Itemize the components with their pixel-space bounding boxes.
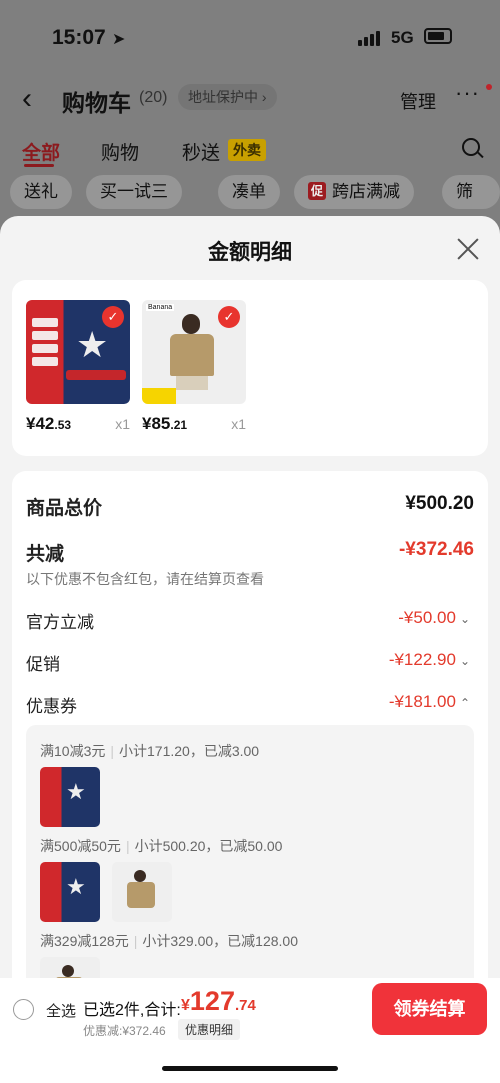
- promo-value: -¥122.90: [388, 650, 456, 669]
- search-icon[interactable]: [462, 138, 480, 156]
- close-icon[interactable]: [456, 237, 480, 261]
- discount-detail-button[interactable]: 优惠明细: [178, 1019, 241, 1040]
- coupon-value: -¥181.00: [388, 692, 456, 711]
- checkout-button[interactable]: 领券结算: [372, 983, 487, 1035]
- amount-detail-sheet: 金额明细 ★ ✓ ¥42.53 x1 Banana ✓ ¥85.21 x1 商品…: [0, 216, 500, 1083]
- page-title: 购物车: [62, 90, 131, 116]
- status-time: 15:07: [52, 26, 106, 49]
- checked-icon: ✓: [102, 306, 124, 328]
- coupon-detail: 小计500.20，已减50.00: [134, 838, 283, 854]
- promo-tag: 促: [308, 182, 327, 200]
- sheet-title: 金额明细: [208, 241, 292, 264]
- coupon-detail: 小计329.00，已减128.00: [142, 933, 298, 949]
- manage-button[interactable]: 管理: [400, 88, 436, 114]
- filter-chips: 送礼 买一试三 凑单 促跨店满减 筛选: [0, 175, 500, 235]
- promo-row[interactable]: -¥122.90 ⌄: [389, 650, 470, 670]
- coupon-detail: 小计171.20，已减3.00: [119, 743, 260, 759]
- total-currency: ¥: [181, 997, 190, 1014]
- coupon-product-thumb: [40, 767, 100, 827]
- chip-filter[interactable]: 筛选: [442, 175, 500, 235]
- chip-cross-store[interactable]: 促跨店满减: [294, 175, 415, 209]
- selected-count: 已选2件,合计:: [83, 1002, 181, 1019]
- product-image-backpack: ★ ✓: [26, 300, 130, 404]
- tab-active-underline: [24, 164, 54, 167]
- chip-bundle[interactable]: 凑单: [218, 175, 280, 209]
- official-discount-row[interactable]: -¥50.00 ⌄: [398, 608, 470, 628]
- product-image-shirt: Banana ✓: [142, 300, 246, 404]
- select-all-label[interactable]: 全选: [46, 1000, 76, 1021]
- chip-cross-store-label: 跨店满减: [332, 182, 401, 201]
- product-price-decimal: .53: [54, 418, 72, 432]
- products-card: ★ ✓ ¥42.53 x1 Banana ✓ ¥85.21 x1: [12, 280, 488, 456]
- total-price: ¥127.74: [181, 986, 256, 1017]
- more-icon[interactable]: ···: [455, 80, 480, 106]
- promo-label: 促销: [26, 655, 60, 674]
- battery-icon: [424, 28, 452, 44]
- product-price-main: ¥42: [26, 414, 55, 433]
- discount-summary: 优惠减:¥372.46: [83, 1024, 166, 1038]
- coupon-product-thumb: [112, 862, 172, 922]
- discount-value: -¥372.46: [398, 539, 474, 560]
- coupon-line: 满329减128元 | 小计329.00，已减128.00: [40, 933, 298, 949]
- chevron-down-icon: ⌄: [459, 654, 470, 668]
- coupon-row[interactable]: -¥181.00 ⌃: [389, 692, 470, 712]
- tab-shopping[interactable]: 购物: [101, 138, 139, 165]
- tab-all[interactable]: 全部: [22, 138, 60, 165]
- product-item[interactable]: Banana ✓ ¥85.21 x1: [142, 300, 246, 433]
- product-qty: x1: [231, 416, 246, 432]
- coupon-rule: 满500减50元: [40, 838, 121, 854]
- total-integer: 127: [189, 986, 235, 1016]
- official-discount-value: -¥50.00: [398, 608, 456, 627]
- checkout-bar: 全选 已选2件,合计: ¥127.74 优惠减:¥372.46 优惠明细 领券结…: [0, 978, 500, 1083]
- coupon-rule: 满329减128元: [40, 933, 129, 949]
- cart-count: (20): [139, 89, 168, 106]
- coupon-line: 满500减50元 | 小计500.20，已减50.00: [40, 838, 283, 854]
- chip-try[interactable]: 买一试三: [86, 175, 182, 209]
- discount-note: 以下优惠不包含红包，请在结算页查看: [26, 571, 264, 587]
- total-label: 商品总价: [26, 498, 103, 519]
- status-bar: 15:07 ➤ 5G: [0, 0, 500, 72]
- back-chevron-icon[interactable]: ‹: [22, 82, 32, 116]
- product-price-decimal: .21: [170, 418, 188, 432]
- product-item[interactable]: ★ ✓ ¥42.53 x1: [26, 300, 130, 433]
- product-price: ¥85.21: [142, 414, 187, 434]
- chip-try-label: 买一试三: [100, 182, 168, 201]
- takeout-badge: 外卖: [228, 139, 266, 161]
- chevron-up-icon: ⌃: [459, 696, 470, 710]
- checked-icon: ✓: [218, 306, 240, 328]
- coupon-rule: 满10减3元: [40, 743, 106, 759]
- address-protection-pill[interactable]: 地址保护中 ›: [178, 84, 277, 110]
- chevron-down-icon: ⌄: [459, 612, 470, 626]
- network-type: 5G: [391, 28, 414, 47]
- coupon-label: 优惠券: [26, 697, 77, 716]
- location-arrow-icon: ➤: [112, 31, 126, 48]
- select-all-radio[interactable]: [13, 999, 34, 1020]
- product-qty: x1: [115, 416, 130, 432]
- notification-dot: [486, 84, 492, 90]
- chip-gift[interactable]: 送礼: [10, 175, 72, 209]
- total-decimal: .74: [234, 997, 256, 1014]
- product-price: ¥42.53: [26, 414, 71, 434]
- tab-instant[interactable]: 秒送: [182, 138, 220, 165]
- product-price-main: ¥85: [142, 414, 171, 433]
- discount-label: 共减: [26, 544, 65, 565]
- home-indicator: [162, 1066, 338, 1071]
- coupon-line: 满10减3元 | 小计171.20，已减3.00: [40, 743, 260, 759]
- signal-icon: [358, 30, 380, 46]
- official-discount-label: 官方立减: [26, 613, 94, 632]
- total-value: ¥500.20: [405, 493, 474, 514]
- coupon-product-thumb: [40, 862, 100, 922]
